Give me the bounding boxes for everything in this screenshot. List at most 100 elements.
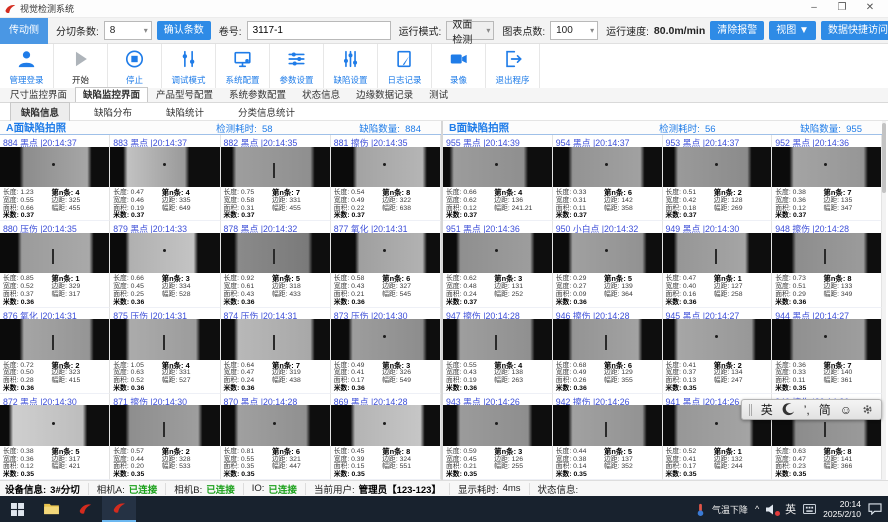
defect-image[interactable] — [772, 147, 881, 187]
defect-cell-882[interactable]: 882 黑点 |20:14:35 长度: 0.75 宽度: 0.58 面积: 0… — [221, 135, 331, 221]
defect-image[interactable] — [553, 147, 662, 187]
defect-cell-880[interactable]: 880 压伤 |20:14:35 长度: 0.85 宽度: 0.52 面积: 0… — [0, 221, 110, 307]
subtab-缺陷分布[interactable]: 缺陷分布 — [84, 103, 142, 121]
smiley-icon[interactable]: ☺ — [840, 400, 852, 420]
subtab-缺陷统计[interactable]: 缺陷统计 — [156, 103, 214, 121]
defect-image[interactable] — [331, 319, 440, 359]
action-center-icon[interactable] — [868, 503, 882, 515]
confirm-count-button[interactable]: 确认条数 — [157, 21, 211, 40]
defect-image[interactable] — [0, 319, 109, 359]
defect-image[interactable] — [443, 147, 552, 187]
defect-image[interactable] — [0, 147, 109, 187]
defect-image[interactable] — [331, 405, 440, 445]
close-button[interactable]: ✕ — [856, 0, 884, 17]
defect-cell-870[interactable]: 870 黑点 |20:14:28 长度: 0.81 宽度: 0.55 面积: 0… — [221, 394, 331, 480]
ime-punctuation-toggle[interactable]: ’, — [804, 400, 810, 420]
defect-cell-942[interactable]: 942 擦伤 |20:14:26 长度: 0.44 宽度: 0.38 面积: 0… — [553, 394, 663, 480]
defect-cell-878[interactable]: 878 黑点 |20:14:32 长度: 0.92 宽度: 0.61 面积: 0… — [221, 221, 331, 307]
roll-number-input[interactable] — [247, 21, 391, 40]
defect-image[interactable] — [772, 233, 881, 273]
defect-cell-876[interactable]: 876 氧化 |20:14:31 长度: 0.72 宽度: 0.50 面积: 0… — [0, 308, 110, 394]
defect-image[interactable] — [221, 319, 330, 359]
ime-language-toggle[interactable]: 英 — [761, 400, 773, 420]
defect-cell-881[interactable]: 881 擦伤 |20:14:35 长度: 0.54 宽度: 0.49 面积: 0… — [331, 135, 441, 221]
defect-image[interactable] — [553, 405, 662, 445]
scrollbar-thumb[interactable] — [882, 123, 886, 193]
defect-cell-947[interactable]: 947 擦伤 |20:14:28 长度: 0.55 宽度: 0.43 面积: 0… — [443, 308, 553, 394]
toolbar-button-sliders-h[interactable]: 参数设置 — [270, 44, 324, 88]
tab-状态信息[interactable]: 状态信息 — [294, 87, 348, 102]
defect-cell-950[interactable]: 950 小白点 |20:14:32 长度: 0.29 宽度: 0.27 面积: … — [553, 221, 663, 307]
gear-icon[interactable] — [861, 403, 874, 416]
volume-icon[interactable] — [766, 504, 778, 515]
tray-language-indicator[interactable]: 英 — [785, 501, 796, 517]
defect-cell-949[interactable]: 949 黑点 |20:14:30 长度: 0.47 宽度: 0.40 面积: 0… — [663, 221, 773, 307]
tab-产品型号配置[interactable]: 产品型号配置 — [148, 87, 221, 102]
moon-icon[interactable] — [782, 403, 795, 416]
defect-image[interactable] — [553, 233, 662, 273]
defect-image[interactable] — [553, 319, 662, 359]
defect-image[interactable] — [772, 319, 881, 359]
defect-cell-884[interactable]: 884 黑点 |20:14:37 长度: 1.23 宽度: 0.55 面积: 0… — [0, 135, 110, 221]
defect-image[interactable] — [0, 405, 109, 445]
taskbar-clock[interactable]: 20:14 2025/2/10 — [823, 499, 861, 519]
app-icon-inspection-active[interactable] — [102, 496, 136, 522]
defect-image[interactable] — [663, 147, 772, 187]
defect-cell-877[interactable]: 877 氧化 |20:14:31 长度: 0.58 宽度: 0.43 面积: 0… — [331, 221, 441, 307]
defect-image[interactable] — [110, 405, 219, 445]
defect-image[interactable] — [443, 319, 552, 359]
defect-image[interactable] — [663, 319, 772, 359]
tab-边缘数据记录[interactable]: 边缘数据记录 — [348, 87, 421, 102]
defect-image[interactable] — [663, 233, 772, 273]
defect-cell-954[interactable]: 954 黑点 |20:14:37 长度: 0.33 宽度: 0.31 面积: 0… — [553, 135, 663, 221]
defect-cell-879[interactable]: 879 黑点 |20:14:33 长度: 0.66 宽度: 0.45 面积: 0… — [110, 221, 220, 307]
defect-cell-875[interactable]: 875 压伤 |20:14:31 长度: 1.05 宽度: 0.63 面积: 0… — [110, 308, 220, 394]
defect-cell-951[interactable]: 951 黑点 |20:14:36 长度: 0.62 宽度: 0.48 面积: 0… — [443, 221, 553, 307]
defect-image[interactable] — [110, 147, 219, 187]
defect-cell-883[interactable]: 883 黑点 |20:14:37 长度: 0.47 宽度: 0.46 面积: 0… — [110, 135, 220, 221]
defect-image[interactable] — [331, 147, 440, 187]
tray-expand-caret[interactable]: ^ — [755, 504, 759, 514]
slit-count-select[interactable]: 8▾ — [104, 21, 152, 40]
defect-cell-948[interactable]: 948 擦伤 |20:14:28 长度: 0.73 宽度: 0.51 面积: 0… — [772, 221, 882, 307]
app-icon-inspection[interactable] — [68, 496, 102, 522]
toolbar-button-camera[interactable]: 录像 — [432, 44, 486, 88]
defect-image[interactable] — [110, 233, 219, 273]
file-explorer-icon[interactable] — [34, 496, 68, 522]
defect-cell-952[interactable]: 952 黑点 |20:14:36 长度: 0.38 宽度: 0.36 面积: 0… — [772, 135, 882, 221]
defect-cell-873[interactable]: 873 压伤 |20:14:30 长度: 0.49 宽度: 0.41 面积: 0… — [331, 308, 441, 394]
defect-cell-955[interactable]: 955 黑点 |20:14:39 长度: 0.66 宽度: 0.62 面积: 0… — [443, 135, 553, 221]
toolbar-button-play[interactable]: 开始 — [54, 44, 108, 88]
chart-points-select[interactable]: 100▾ — [550, 21, 598, 40]
toolbar-button-exit[interactable]: 退出程序 — [486, 44, 540, 88]
defect-cell-944[interactable]: 944 黑点 |20:14:27 长度: 0.36 宽度: 0.33 面积: 0… — [772, 308, 882, 394]
start-button[interactable] — [0, 496, 34, 522]
subtab-分类信息统计[interactable]: 分类信息统计 — [228, 103, 305, 121]
defect-cell-945[interactable]: 945 黑点 |20:14:27 长度: 0.41 宽度: 0.37 面积: 0… — [663, 308, 773, 394]
defect-cell-869[interactable]: 869 黑点 |20:14:28 长度: 0.45 宽度: 0.39 面积: 0… — [331, 394, 441, 480]
defect-image[interactable] — [221, 233, 330, 273]
run-mode-select[interactable]: 双面检测▾ — [446, 21, 494, 40]
minimize-button[interactable]: – — [800, 0, 828, 17]
defect-cell-871[interactable]: 871 擦伤 |20:14:30 长度: 0.57 宽度: 0.44 面积: 0… — [110, 394, 220, 480]
toolbar-button-stop[interactable]: 停止 — [108, 44, 162, 88]
defect-image[interactable] — [443, 233, 552, 273]
data-quick-access-button[interactable]: 数据快捷访问 ▼ — [821, 21, 888, 40]
tab-尺寸监控界面[interactable]: 尺寸监控界面 — [2, 87, 75, 102]
ime-drag-handle[interactable] — [749, 404, 752, 416]
view-menu-button[interactable]: 视图 ▼ — [769, 21, 816, 40]
defect-image[interactable] — [110, 319, 219, 359]
defect-cell-953[interactable]: 953 黑点 |20:14:37 长度: 0.51 宽度: 0.42 面积: 0… — [663, 135, 773, 221]
defect-image[interactable] — [221, 405, 330, 445]
maximize-button[interactable]: ❐ — [828, 0, 856, 17]
defect-cell-943[interactable]: 943 黑点 |20:14:26 长度: 0.59 宽度: 0.45 面积: 0… — [443, 394, 553, 480]
defect-cell-874[interactable]: 874 压伤 |20:14:31 长度: 0.64 宽度: 0.47 面积: 0… — [221, 308, 331, 394]
tab-测试[interactable]: 测试 — [421, 87, 456, 102]
defect-image[interactable] — [221, 147, 330, 187]
drive-side-button[interactable]: 传动侧 — [0, 18, 48, 44]
tab-系统参数配置[interactable]: 系统参数配置 — [221, 87, 294, 102]
weather-text[interactable]: 气温下降 — [712, 503, 748, 516]
toolbar-button-journal[interactable]: 日志记录 — [378, 44, 432, 88]
defect-cell-946[interactable]: 946 擦伤 |20:14:28 长度: 0.68 宽度: 0.49 面积: 0… — [553, 308, 663, 394]
defect-cell-872[interactable]: 872 黑点 |20:14:30 长度: 0.38 宽度: 0.36 面积: 0… — [0, 394, 110, 480]
